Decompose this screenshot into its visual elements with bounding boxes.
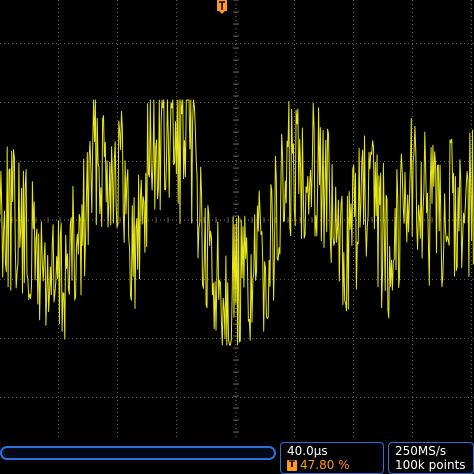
graticule-and-waveform bbox=[0, 0, 474, 440]
oscilloscope-display bbox=[0, 0, 474, 474]
horizontal-scale: 40.0µs bbox=[287, 444, 328, 458]
trigger-position-value: 47.80 % bbox=[300, 458, 350, 472]
acquisition-readout[interactable]: 250MS/s 100k points bbox=[388, 442, 474, 474]
channel-1-waveform bbox=[0, 99, 474, 346]
record-view-bar[interactable] bbox=[0, 446, 276, 460]
trigger-position-icon[interactable] bbox=[216, 0, 228, 14]
record-length: 100k points bbox=[395, 458, 466, 472]
trigger-icon: T bbox=[287, 459, 297, 471]
timebase-readout[interactable]: 40.0µs T 47.80 % bbox=[280, 442, 384, 474]
sample-rate: 250MS/s bbox=[395, 444, 447, 458]
